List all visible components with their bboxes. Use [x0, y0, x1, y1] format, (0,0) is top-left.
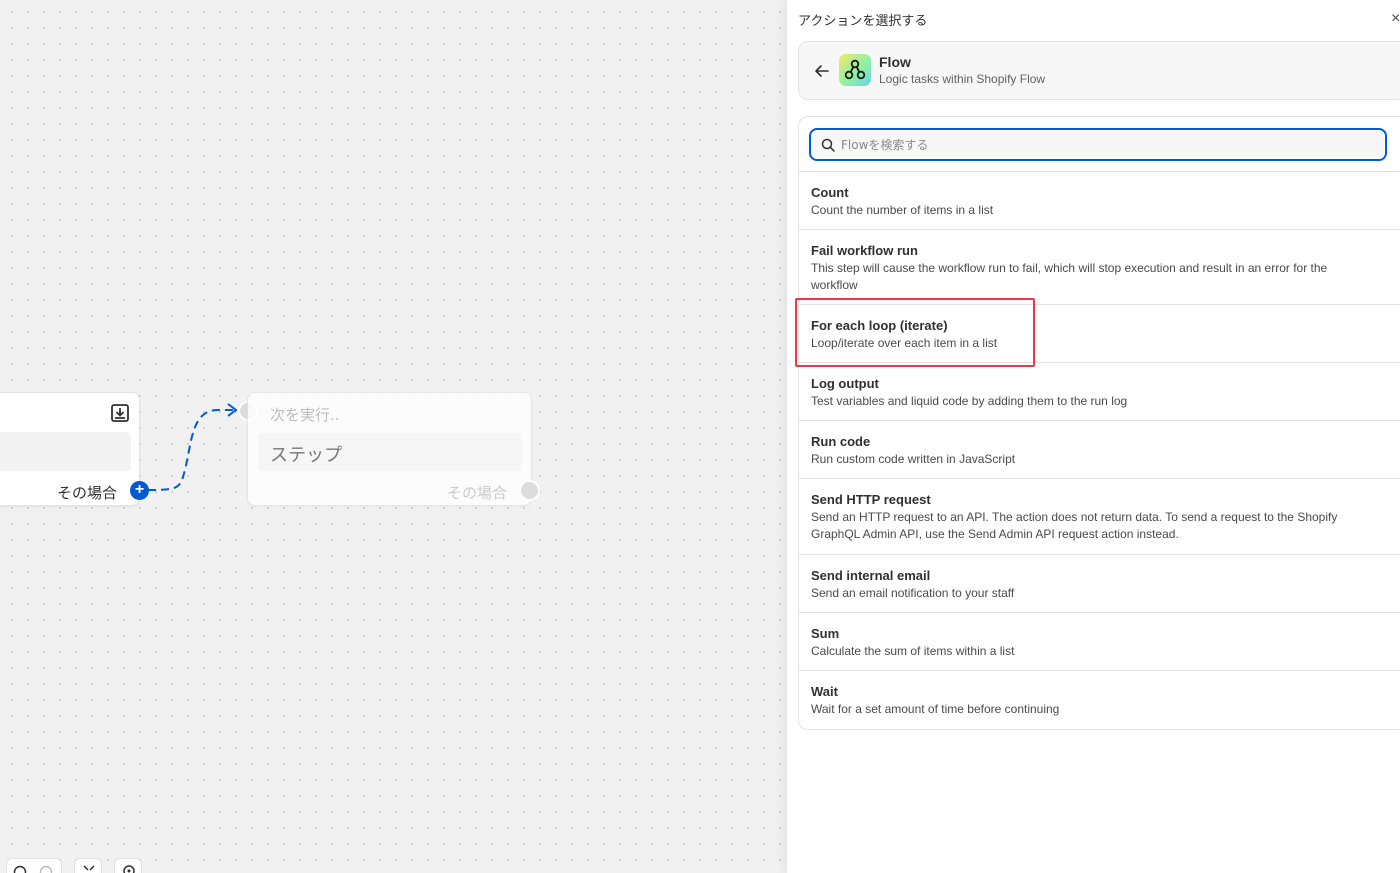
next-step-slot: ステップ: [258, 433, 522, 471]
action-name: For each loop (iterate): [811, 318, 948, 333]
action-item-send-internal-email[interactable]: Send internal email Send an email notifi…: [799, 554, 1400, 612]
next-step-output-handle[interactable]: [519, 480, 540, 501]
zoom-controls[interactable]: [6, 858, 62, 873]
next-condition-label: その場合: [446, 484, 507, 502]
action-list: Count Count the number of items in a lis…: [799, 171, 1400, 729]
workflow-canvas[interactable]: その場合 + 次を実行.. ステップ その場合: [0, 0, 787, 873]
panel-title: アクションを選択する: [798, 14, 928, 29]
selected-app-card: Flow Logic tasks within Shopify Flow: [798, 41, 1400, 100]
collapse-icon: [83, 865, 95, 871]
action-description: Send an email notification to your staff: [811, 586, 1015, 600]
next-step-label: ステップ: [270, 445, 342, 466]
action-name: Run code: [811, 434, 871, 449]
action-description: Test variables and liquid code by adding…: [811, 394, 1128, 408]
action-name: Wait: [811, 684, 838, 699]
center-view-button[interactable]: [114, 858, 142, 873]
action-name: Send internal email: [811, 568, 931, 583]
action-list-card: Count Count the number of items in a lis…: [798, 116, 1400, 730]
zoom-out-icon[interactable]: [13, 865, 27, 873]
target-icon: [123, 865, 135, 873]
flow-icon: [844, 59, 866, 80]
action-name: Count: [811, 185, 849, 200]
action-description: Loop/iterate over each item in a list: [811, 336, 998, 350]
search-icon: [821, 138, 835, 152]
action-name: Log output: [811, 376, 879, 391]
download-icon[interactable]: [110, 403, 130, 423]
search-field[interactable]: [809, 128, 1387, 161]
back-arrow-icon[interactable]: [813, 62, 831, 80]
action-name: Fail workflow run: [811, 243, 918, 258]
action-description: This step will cause the workflow run to…: [811, 261, 1328, 292]
action-item-sum[interactable]: Sum Calculate the sum of items within a …: [799, 612, 1400, 670]
action-description: Calculate the sum of items within a list: [811, 644, 1015, 658]
action-description: Run custom code written in JavaScript: [811, 452, 1016, 466]
flow-app-logo: [839, 54, 871, 86]
action-name: Send HTTP request: [811, 492, 931, 507]
source-step-body: [0, 432, 131, 471]
action-item-count[interactable]: Count Count the number of items in a lis…: [799, 171, 1400, 229]
action-description: Count the number of items in a list: [811, 203, 994, 217]
action-item-fail-workflow-run[interactable]: Fail workflow run This step will cause t…: [799, 229, 1400, 304]
action-name: Sum: [811, 626, 840, 641]
next-step-header: 次を実行..: [270, 406, 340, 424]
action-item-log-output[interactable]: Log output Test variables and liquid cod…: [799, 362, 1400, 420]
source-step-node[interactable]: その場合: [0, 392, 140, 506]
action-description: Send an HTTP request to an API. The acti…: [811, 510, 1338, 541]
search-input[interactable]: [841, 135, 1371, 155]
action-picker-panel: アクションを選択する × Flow Logic tasks within Sho…: [787, 0, 1400, 873]
source-condition-label: その場合: [56, 484, 117, 502]
action-item-wait[interactable]: Wait Wait for a set amount of time befor…: [799, 670, 1400, 729]
fit-view-button[interactable]: [74, 858, 102, 873]
connector-line: [147, 403, 238, 491]
app-description: Logic tasks within Shopify Flow: [879, 72, 1046, 86]
app-name: Flow: [879, 54, 911, 70]
action-item-send-http-request[interactable]: Send HTTP request Send an HTTP request t…: [799, 478, 1400, 554]
action-item-for-each-loop[interactable]: For each loop (iterate) Loop/iterate ove…: [799, 304, 1400, 362]
action-item-run-code[interactable]: Run code Run custom code written in Java…: [799, 420, 1400, 478]
zoom-in-icon[interactable]: [39, 865, 53, 873]
close-icon[interactable]: ×: [1391, 10, 1400, 28]
next-step-node[interactable]: 次を実行.. ステップ その場合: [247, 392, 532, 506]
action-description: Wait for a set amount of time before con…: [811, 702, 1060, 716]
